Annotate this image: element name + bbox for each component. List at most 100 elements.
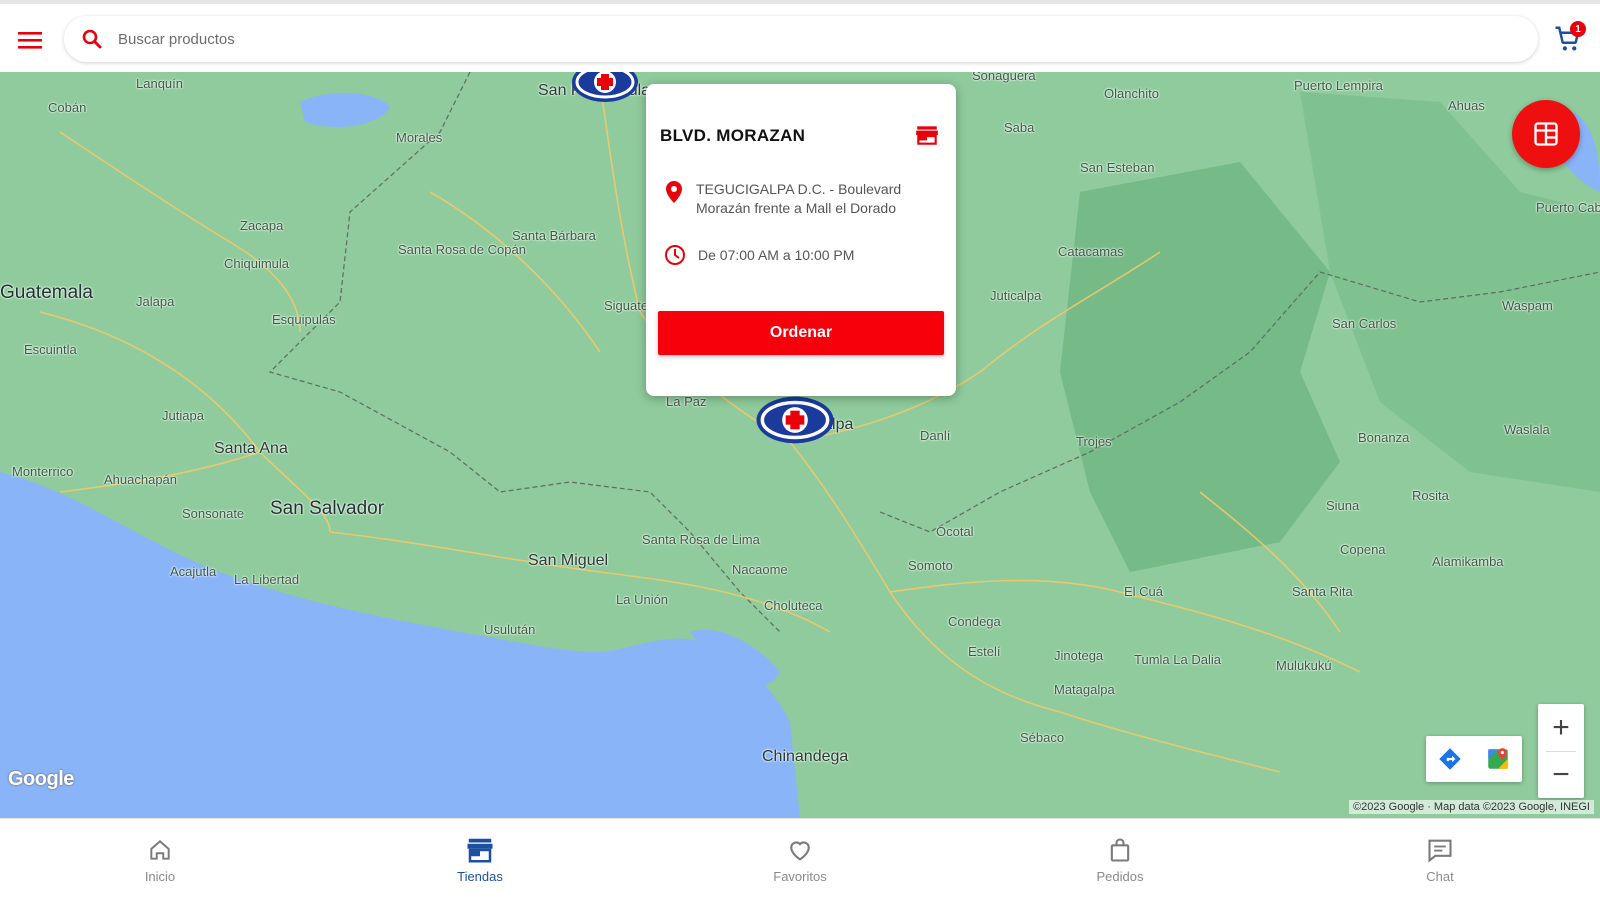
search-bar[interactable] — [64, 16, 1538, 62]
map-place-label: Usulután — [484, 622, 536, 637]
store-icon — [916, 126, 938, 145]
map-view[interactable]: Guatemala San Salvador Santa Ana San Mig… — [0, 72, 1600, 818]
map-place-label: La Paz — [666, 394, 707, 409]
map-place-label: Santa Rita — [1292, 584, 1353, 599]
map-place-label: San Salvador — [270, 498, 385, 519]
chat-icon — [1425, 835, 1455, 865]
nav-label: Chat — [1426, 869, 1454, 884]
nav-label: Inicio — [144, 869, 176, 884]
zoom-controls: + − — [1538, 704, 1584, 798]
map-place-label: Tumla La Dalia — [1134, 652, 1221, 667]
cart-count-badge: 1 — [1570, 21, 1586, 37]
search-icon — [82, 29, 102, 49]
map-place-label: San Carlos — [1332, 316, 1397, 331]
map-place-label: La Unión — [616, 592, 669, 607]
map-place-label: Sébaco — [1020, 730, 1065, 745]
map-place-label: Santa Rosa de Copán — [398, 242, 526, 257]
map-place-label: Puerto Lempira — [1294, 78, 1383, 93]
map-place-label: Acajutla — [170, 564, 217, 579]
map-place-label: Ahuas — [1448, 98, 1485, 113]
store-icon — [465, 835, 495, 865]
map-place-label: Chiquimula — [224, 256, 290, 271]
pharmacy-logo-icon — [756, 396, 834, 444]
map-place-label: Catacamas — [1058, 244, 1124, 259]
map-place-label: Lanquín — [136, 76, 183, 91]
directions-button[interactable] — [1434, 743, 1466, 775]
top-app-bar: 1 — [0, 0, 1600, 72]
address-row: TEGUCIGALPA D.C. - Boulevard Morazán fre… — [664, 180, 946, 218]
store-marker[interactable] — [570, 72, 652, 114]
nav-item-favoritos[interactable]: Favoritos — [640, 819, 960, 900]
map-place-label: Jinotega — [1054, 648, 1104, 663]
map-place-label: Juticalpa — [990, 288, 1042, 303]
cart-button[interactable]: 1 — [1553, 21, 1587, 58]
directions-icon — [1439, 748, 1461, 770]
map-place-label: Danlí — [920, 428, 951, 443]
nav-item-inicio[interactable]: Inicio — [0, 819, 320, 900]
map-place-label: Santa Rosa de Lima — [642, 532, 760, 547]
map-place-label: El Cuá — [1124, 584, 1164, 599]
store-info-popup: BLVD. MORAZAN TEGUCIGALPA D.C. - Bouleva… — [646, 84, 956, 396]
map-place-label: San Miguel — [528, 552, 609, 569]
nav-item-pedidos[interactable]: Pedidos — [960, 819, 1280, 900]
map-place-label: Trojes — [1076, 434, 1112, 449]
hamburger-menu-icon — [18, 32, 42, 49]
map-place-label: Jutiapa — [162, 408, 204, 423]
map-place-label: Rosita — [1412, 488, 1449, 503]
map-place-label: Guatemala — [0, 282, 93, 303]
map-place-label: Ocotal — [936, 524, 974, 539]
store-hours: De 07:00 AM a 10:00 PM — [698, 247, 855, 263]
map-place-label: Waspam — [1502, 298, 1553, 313]
map-place-label: San Esteban — [1080, 160, 1155, 175]
nav-label: Pedidos — [1096, 869, 1144, 884]
map-place-label: Santa Bárbara — [512, 228, 596, 243]
map-place-label: Zacapa — [240, 218, 284, 233]
pharmacy-logo-icon — [572, 72, 638, 102]
map-place-label: Morales — [396, 130, 443, 145]
map-place-label: Matagalpa — [1054, 682, 1115, 697]
shopping-bag-icon — [1105, 835, 1135, 865]
map-place-label: Sonaguera — [972, 72, 1036, 83]
map-place-label: Sonsonate — [182, 506, 245, 521]
map-place-label: Cobán — [48, 100, 87, 115]
zoom-out-button[interactable]: − — [1538, 751, 1584, 798]
menu-button[interactable] — [12, 22, 48, 58]
map-place-label: Santa Ana — [214, 440, 288, 457]
map-place-label: Choluteca — [764, 598, 823, 613]
map-place-label: Copena — [1340, 542, 1386, 557]
zoom-in-button[interactable]: + — [1538, 704, 1584, 751]
map-toolbar — [1426, 736, 1522, 782]
google-maps-icon — [1488, 748, 1508, 769]
map-place-label: Ahuachapán — [104, 472, 178, 487]
map-place-label: Olanchito — [1104, 86, 1159, 101]
nav-item-tiendas[interactable]: Tiendas — [320, 819, 640, 900]
store-list-fab[interactable] — [1512, 100, 1580, 168]
home-icon — [145, 835, 175, 865]
map-place-label: Chinandega — [762, 748, 849, 765]
map-place-label: Condega — [948, 614, 1001, 629]
map-place-label: Bonanza — [1358, 430, 1410, 445]
clock-icon — [665, 245, 685, 265]
map-place-label: Escuintla — [24, 342, 77, 357]
map-place-label: Alamikamba — [1432, 554, 1504, 569]
location-pin-icon — [666, 181, 682, 203]
store-address: TEGUCIGALPA D.C. - Boulevard Morazán fre… — [696, 181, 902, 216]
nav-item-chat[interactable]: Chat — [1280, 819, 1600, 900]
order-button[interactable]: Ordenar — [658, 311, 944, 355]
search-input[interactable] — [118, 30, 1538, 48]
heart-icon — [785, 835, 815, 865]
map-copyright[interactable]: ©2023 Google · Map data ©2023 Google, IN… — [1349, 800, 1594, 814]
open-in-maps-button[interactable] — [1482, 743, 1514, 775]
nav-label: Favoritos — [773, 869, 827, 884]
store-name: BLVD. MORAZAN — [660, 126, 806, 145]
list-grid-icon — [1534, 122, 1558, 146]
hours-row: De 07:00 AM a 10:00 PM — [664, 244, 948, 266]
bottom-navigation: Inicio Tiendas Favoritos Pedidos Chat — [0, 818, 1600, 900]
map-place-label: La Libertad — [234, 572, 300, 587]
google-logo: Google — [8, 768, 74, 790]
map-place-label: Siuna — [1326, 498, 1360, 513]
map-place-label: Jalapa — [136, 294, 175, 309]
store-marker-selected[interactable] — [754, 392, 836, 448]
map-place-label: Estelí — [968, 644, 1001, 659]
map-place-label: Mulukukú — [1276, 658, 1332, 673]
